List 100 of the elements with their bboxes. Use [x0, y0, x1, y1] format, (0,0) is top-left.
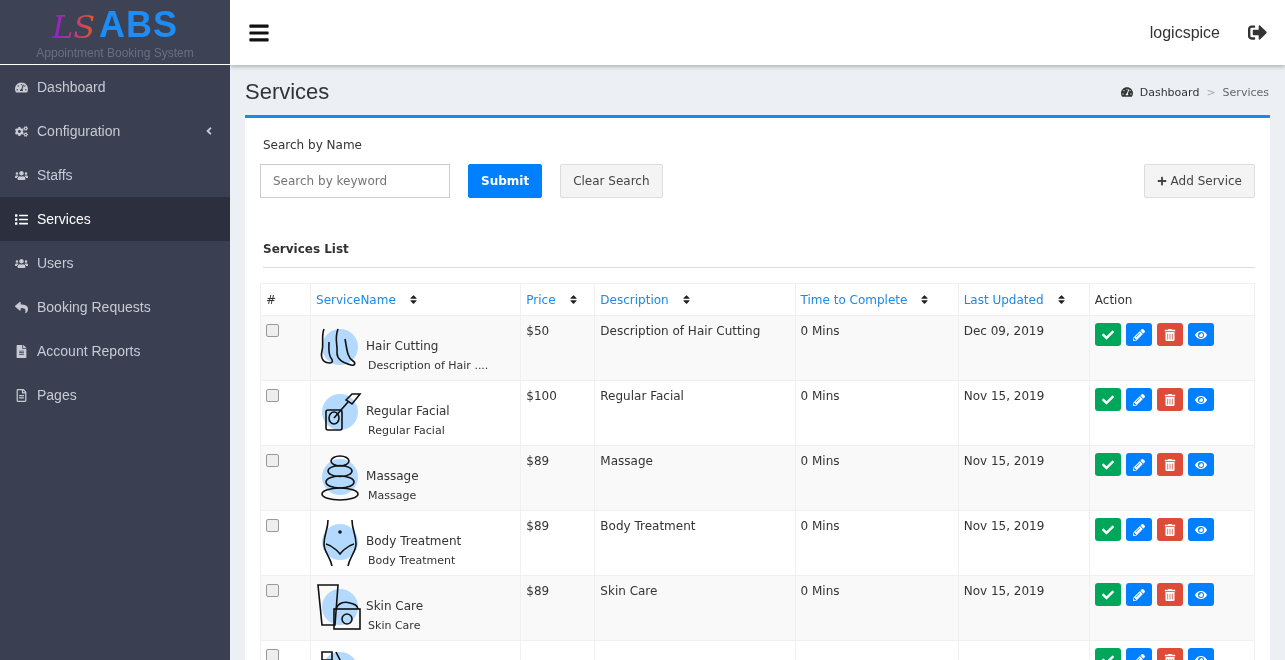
edit-button[interactable]	[1125, 388, 1152, 411]
table-cell: $89	[520, 510, 595, 576]
delete-button[interactable]	[1156, 453, 1183, 476]
delete-button[interactable]	[1156, 518, 1183, 541]
sidebar-item[interactable]: Configuration	[0, 109, 230, 153]
pencil-icon	[1132, 328, 1145, 341]
sidebar-item[interactable]: Booking Requests	[0, 285, 230, 329]
table-cell: $100	[520, 380, 595, 446]
check-icon	[1101, 523, 1114, 536]
pencil-icon	[1132, 523, 1145, 536]
approve-button[interactable]	[1094, 518, 1121, 541]
view-button[interactable]	[1187, 518, 1214, 541]
sidebar-item[interactable]: Dashboard	[0, 65, 230, 109]
row-checkbox[interactable]	[266, 584, 279, 597]
column-header: Action	[1089, 283, 1255, 316]
row-checkbox[interactable]	[266, 454, 279, 467]
table-cell: Massage	[594, 445, 795, 511]
table-cell: Body Treatment	[594, 510, 795, 576]
service-name: Body Treatment	[366, 534, 462, 548]
eye-icon	[1194, 588, 1207, 601]
breadcrumb-separator: >	[1206, 85, 1216, 99]
edit-button[interactable]	[1125, 453, 1152, 476]
table-cell: $89	[520, 575, 595, 641]
plus-icon	[1156, 176, 1167, 186]
gauge-icon	[15, 80, 28, 94]
page-title: Services	[245, 79, 330, 105]
table-cell: $89	[520, 445, 595, 511]
eye-icon	[1194, 393, 1207, 406]
submit-button[interactable]: Submit	[468, 164, 543, 198]
sidebar-item[interactable]: Services	[0, 197, 230, 241]
service-name: Massage	[366, 469, 419, 483]
row-checkbox[interactable]	[266, 519, 279, 532]
service-name: Regular Facial	[366, 404, 450, 418]
table-cell: 0 Mins	[795, 445, 959, 511]
service-name: Skin Care	[366, 599, 424, 613]
document-icon	[15, 344, 28, 358]
service-subtitle: Massage	[367, 489, 418, 502]
table-cell: Nov 15, 2019	[958, 445, 1090, 511]
approve-button[interactable]	[1094, 453, 1121, 476]
table-cell: $50	[520, 315, 595, 381]
approve-button[interactable]	[1094, 388, 1121, 411]
service-subtitle: Description of Hair ....	[367, 359, 489, 372]
gears-icon	[15, 124, 28, 138]
column-header[interactable]: Description	[594, 283, 795, 316]
row-checkbox[interactable]	[266, 649, 279, 660]
clear-search-button[interactable]: Clear Search	[560, 164, 663, 198]
table-cell: Dec 09, 2019	[958, 315, 1090, 381]
edit-button[interactable]	[1125, 323, 1152, 346]
view-button[interactable]	[1187, 453, 1214, 476]
check-icon	[1101, 588, 1114, 601]
column-header[interactable]: Last Updated	[958, 283, 1090, 316]
eye-icon	[1194, 523, 1207, 536]
users-icon	[15, 256, 28, 270]
logout-icon[interactable]	[1248, 23, 1267, 42]
row-checkbox[interactable]	[266, 389, 279, 402]
column-header[interactable]: ServiceName	[310, 283, 521, 316]
table-cell: Nov 15, 2019	[958, 380, 1090, 446]
service-subtitle: Regular Facial	[367, 424, 446, 437]
table-cell: Description of Hair Cutting	[594, 315, 795, 381]
column-header[interactable]: Price	[520, 283, 595, 316]
sidebar-item[interactable]: Account Reports	[0, 329, 230, 373]
check-icon	[1101, 393, 1114, 406]
eye-icon	[1194, 458, 1207, 471]
view-button[interactable]	[1187, 323, 1214, 346]
approve-button[interactable]	[1094, 323, 1121, 346]
sidebar-item[interactable]: Pages	[0, 373, 230, 417]
column-header[interactable]: Time to Complete	[795, 283, 959, 316]
table-cell: Skin Care	[594, 575, 795, 641]
view-button[interactable]	[1187, 388, 1214, 411]
table-cell: Regular Facial	[594, 380, 795, 446]
search-field[interactable]: Search by keyword	[260, 164, 450, 198]
sidebar-item[interactable]: Users	[0, 241, 230, 285]
service-name: Hair Cutting	[366, 339, 440, 353]
users-icon	[15, 168, 28, 182]
sidebar-item[interactable]: Staffs	[0, 153, 230, 197]
pencil-icon	[1132, 588, 1145, 601]
add-service-button[interactable]: Add Service	[1143, 164, 1255, 198]
trash-icon	[1163, 458, 1176, 471]
approve-button[interactable]	[1094, 583, 1121, 606]
delete-button[interactable]	[1156, 323, 1183, 346]
gauge-icon	[1120, 86, 1133, 98]
search-label: Search by Name	[262, 138, 363, 152]
reply-icon	[15, 300, 28, 314]
service-subtitle: Body Treatment	[367, 554, 457, 567]
view-button[interactable]	[1187, 583, 1214, 606]
user-name[interactable]: logicspice	[1149, 23, 1220, 42]
delete-button[interactable]	[1156, 583, 1183, 606]
trash-icon	[1163, 393, 1176, 406]
trash-icon	[1163, 328, 1176, 341]
trash-icon	[1163, 523, 1176, 536]
table-cell: 0 Mins	[795, 380, 959, 446]
edit-button[interactable]	[1125, 583, 1152, 606]
table-cell: Nov 15, 2019	[958, 575, 1090, 641]
list-icon	[15, 212, 28, 226]
breadcrumb-link[interactable]: Dashboard	[1139, 85, 1200, 99]
table-cell: Nov 15, 2019	[958, 510, 1090, 576]
edit-button[interactable]	[1125, 518, 1152, 541]
row-checkbox[interactable]	[266, 324, 279, 337]
delete-button[interactable]	[1156, 388, 1183, 411]
document-icon	[15, 388, 28, 402]
